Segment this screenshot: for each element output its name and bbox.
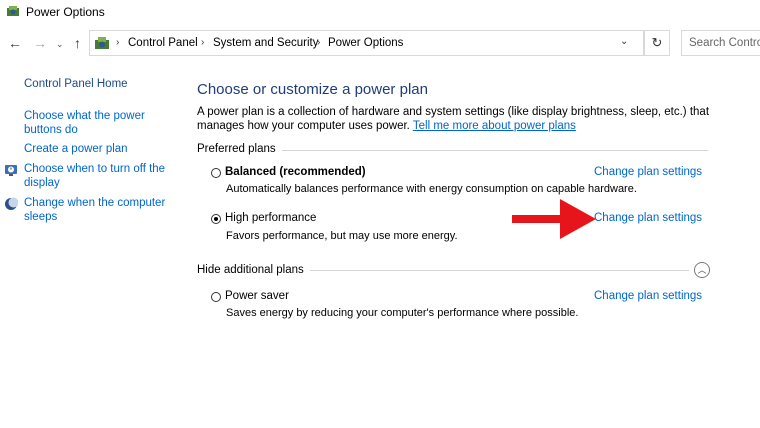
display-clock-icon bbox=[5, 165, 17, 176]
forward-arrow-icon[interactable]: → bbox=[33, 35, 47, 51]
balanced-change-plan-settings-link[interactable]: Change plan settings bbox=[594, 166, 702, 178]
turn-off-display-link[interactable]: Choose when to turn off the display bbox=[24, 162, 174, 190]
intro-text: A power plan is a collection of hardware… bbox=[197, 105, 727, 133]
sleep-moon-icon bbox=[5, 197, 18, 210]
control-panel-home-link[interactable]: Control Panel Home bbox=[24, 77, 128, 91]
power-saver-radio[interactable] bbox=[211, 292, 221, 302]
balanced-plan-name[interactable]: Balanced (recommended) bbox=[225, 166, 366, 178]
address-bar[interactable]: › Control Panel › System and Security › … bbox=[89, 30, 644, 56]
balanced-radio[interactable] bbox=[211, 168, 221, 178]
high-performance-plan-description: Favors performance, but may use more ene… bbox=[226, 230, 458, 242]
high-performance-plan-name[interactable]: High performance bbox=[225, 212, 316, 224]
up-arrow-icon[interactable]: ↑ bbox=[74, 35, 81, 51]
back-arrow-icon[interactable]: ← bbox=[8, 35, 22, 51]
create-power-plan-link[interactable]: Create a power plan bbox=[24, 142, 128, 156]
title-bar: Power Options bbox=[0, 0, 760, 24]
refresh-icon[interactable]: ↻ bbox=[644, 30, 670, 56]
power-saver-plan-name[interactable]: Power saver bbox=[225, 290, 289, 302]
preferred-plans-label: Preferred plans bbox=[197, 143, 282, 155]
chevron-right-icon: › bbox=[317, 37, 321, 48]
power-options-icon bbox=[7, 6, 19, 16]
search-input[interactable]: Search Control Panel bbox=[681, 30, 760, 56]
high-performance-change-plan-settings-link[interactable]: Change plan settings bbox=[594, 212, 702, 224]
breadcrumb-power-options[interactable]: Power Options bbox=[328, 37, 403, 49]
window-title: Power Options bbox=[26, 5, 105, 19]
chevron-right-icon: › bbox=[201, 37, 205, 48]
power-buttons-link[interactable]: Choose what the power buttons do bbox=[24, 109, 174, 137]
breadcrumb-system-and-security[interactable]: System and Security bbox=[213, 37, 318, 49]
address-dropdown-chevron-icon[interactable]: ⌄ bbox=[620, 36, 628, 47]
balanced-plan-description: Automatically balances performance with … bbox=[226, 183, 637, 195]
page-title: Choose or customize a power plan bbox=[197, 81, 428, 98]
control-panel-icon bbox=[95, 37, 109, 49]
power-saver-change-plan-settings-link[interactable]: Change plan settings bbox=[594, 290, 702, 302]
hide-additional-plans-label: Hide additional plans bbox=[197, 264, 310, 276]
red-annotation-arrow-icon bbox=[512, 199, 596, 239]
collapse-chevron-up-icon[interactable]: ︿ bbox=[694, 262, 710, 278]
power-saver-plan-description: Saves energy by reducing your computer's… bbox=[226, 307, 579, 319]
high-performance-radio[interactable] bbox=[211, 214, 221, 224]
search-placeholder: Search Control Panel bbox=[689, 37, 760, 49]
breadcrumb-control-panel[interactable]: Control Panel bbox=[128, 37, 198, 49]
tell-me-more-link[interactable]: Tell me more about power plans bbox=[413, 120, 576, 132]
recent-locations-chevron-icon[interactable]: ⌄ bbox=[56, 36, 64, 52]
chevron-right-icon: › bbox=[116, 37, 120, 48]
computer-sleeps-link[interactable]: Change when the computer sleeps bbox=[24, 196, 174, 224]
